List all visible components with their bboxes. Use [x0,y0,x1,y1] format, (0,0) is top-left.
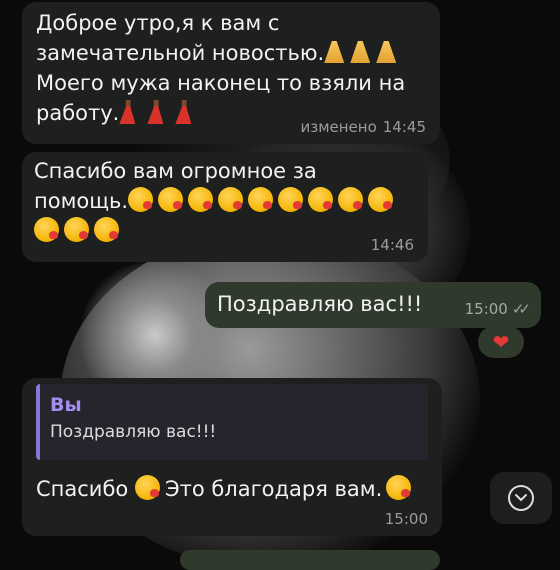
message-meta: 15:00 [385,510,428,528]
message-text: Доброе утро,я к вам с замечательной ново… [36,8,426,128]
kiss-emoji [308,187,334,212]
pray-emoji [350,41,371,63]
kiss-emoji [94,217,119,242]
double-check-icon: ✓✓ [511,300,531,318]
message-line: Доброе утро,я к вам с [36,11,280,35]
message-time: 15:00 [384,510,428,528]
kiss-emoji [278,187,304,212]
message-time: 14:45 [382,118,426,136]
kiss-emoji [386,475,412,500]
kiss-emoji [218,187,244,212]
message-text: Поздравляю вас!!! [217,292,423,316]
message-text: Спасибо Это благодаря вам. [36,474,416,504]
heart-reaction[interactable]: ❤ [478,326,524,358]
kiss-emoji [248,187,274,212]
message-meta: изменено 14:45 [300,118,426,136]
reply-text: Поздравляю вас!!! [50,422,217,442]
dancer-emoji [147,100,164,124]
message-text-part: Это благодаря вам. [164,477,383,501]
message-bubble-outgoing[interactable]: Поздравляю вас!!! 15:00 ✓✓ [205,282,541,328]
message-bubble-incoming[interactable]: Вы Поздравляю вас!!! Спасибо Это благода… [22,378,442,536]
message-bubble-incoming[interactable]: Доброе утро,я к вам с замечательной ново… [22,2,440,144]
edited-label: изменено [300,118,377,136]
message-meta: 14:46 [371,236,414,254]
message-line: Моего мужа наконец то взяли на [36,71,406,95]
message-line: работу. [36,101,120,125]
pray-emoji [376,41,397,63]
message-line: замечательной новостью. [36,41,325,65]
message-time: 15:00 [464,300,508,318]
kiss-emoji [338,187,364,212]
heart-icon: ❤ [492,330,510,354]
message-line: помощь. [34,189,129,213]
kiss-emoji [64,217,89,242]
message-text: Спасибо вам огромное за помощь. [34,156,416,246]
message-time: 14:46 [370,236,414,254]
chevron-down-icon [508,485,534,511]
kiss-emoji [134,475,160,500]
dancer-emoji [119,100,136,124]
pray-emoji [324,41,345,63]
kiss-emoji [158,187,184,212]
kiss-emoji [368,187,394,212]
dancer-emoji [175,100,192,124]
message-line: Спасибо вам огромное за [34,159,317,183]
message-meta: 15:00 ✓✓ [464,300,531,318]
message-text-part: Спасибо [36,477,135,501]
reply-author: Вы [50,394,82,416]
kiss-emoji [128,187,154,212]
scroll-to-bottom-button[interactable] [490,472,552,524]
reply-quote[interactable]: Вы Поздравляю вас!!! [36,384,428,460]
kiss-emoji [188,187,214,212]
kiss-emoji [34,217,59,242]
message-bubble-outgoing-partial [180,550,440,570]
message-bubble-incoming[interactable]: Спасибо вам огромное за помощь. 14:46 [22,152,428,262]
